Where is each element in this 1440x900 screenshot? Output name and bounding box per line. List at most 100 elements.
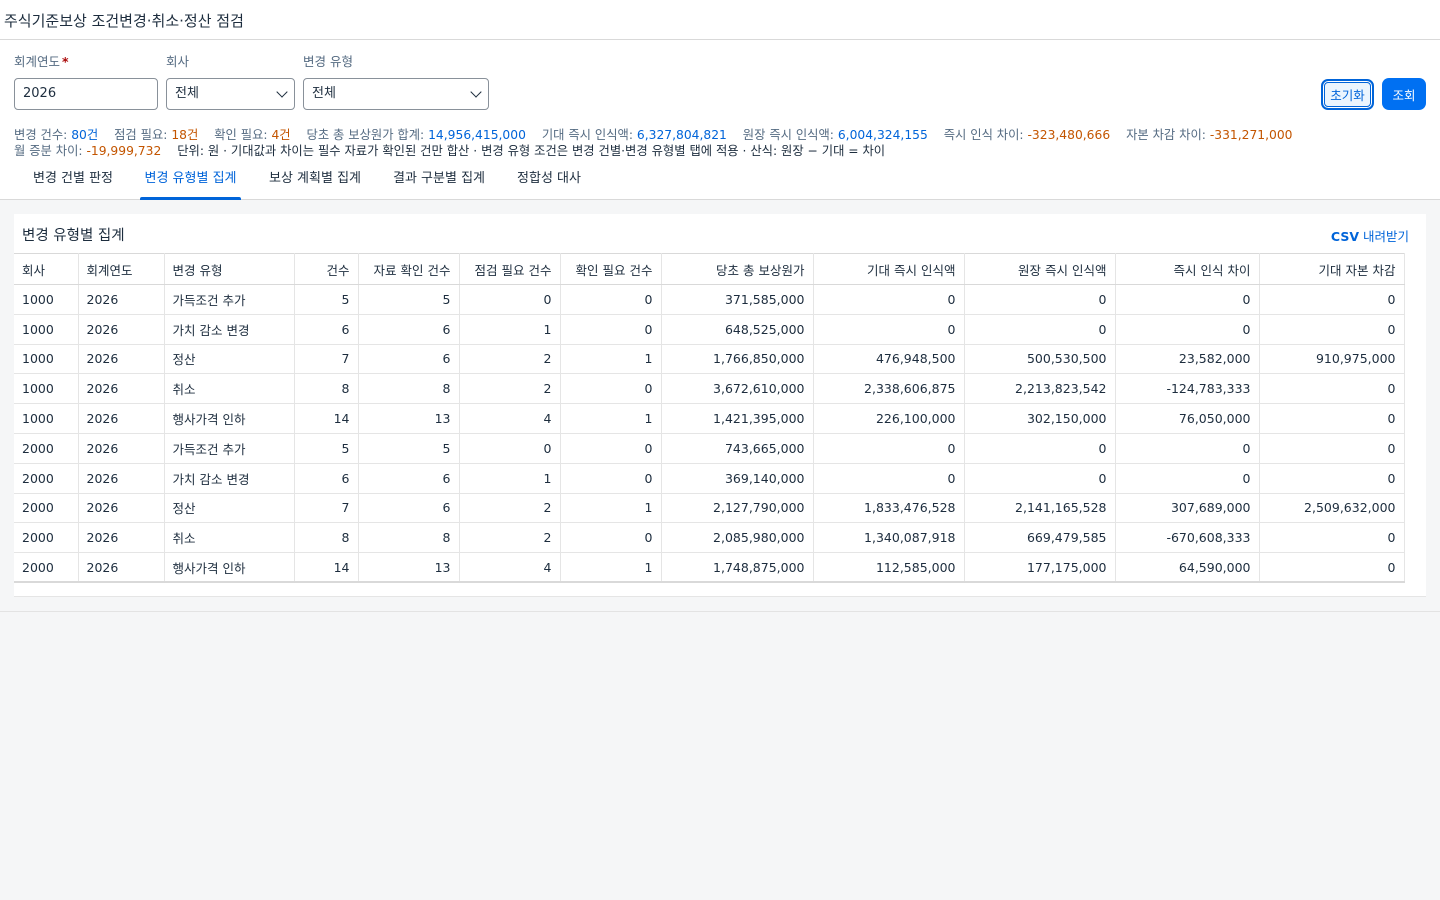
- content-bottom-divider: [0, 611, 1440, 612]
- cell-original-cost: 371,585,000: [661, 284, 814, 315]
- cell-review: 2: [459, 373, 561, 405]
- cell-confirm: 0: [560, 463, 662, 494]
- reset-button[interactable]: 초기화: [1321, 79, 1374, 110]
- col-header-immediate-diff[interactable]: 즉시 인식 차이: [1115, 253, 1260, 285]
- cell-immediate-diff: 76,050,000: [1115, 403, 1260, 434]
- stat-confirm-needed: 확인 필요: 4건: [214, 128, 291, 142]
- cell-capital-deduction: 910,975,000: [1259, 344, 1405, 375]
- table-row[interactable]: 2000 2026 정산 7 6 2 1 2,127,790,000 1,833,476,528…: [14, 493, 1405, 524]
- cell-original-cost: 1,421,395,000: [661, 403, 814, 434]
- cell-capital-deduction: 2,509,632,000: [1259, 493, 1405, 524]
- cell-count: 7: [294, 344, 359, 375]
- cell-year: 2026: [78, 522, 165, 554]
- cell-company: 2000: [14, 522, 79, 554]
- cell-immediate-diff: -124,783,333: [1115, 373, 1260, 405]
- col-header-ledger-immediate[interactable]: 원장 즉시 인식액: [964, 253, 1116, 285]
- cell-count: 8: [294, 373, 359, 405]
- table-row[interactable]: 2000 2026 가득조건 추가 5 5 0 0 743,665,000 0 0 0 0: [14, 433, 1405, 464]
- table-row[interactable]: 2000 2026 가치 감소 변경 6 6 1 0 369,140,000 0 0 0 0: [14, 463, 1405, 494]
- table-row[interactable]: 1000 2026 행사가격 인하 14 13 4 1 1,421,395,000 226,10…: [14, 403, 1405, 434]
- stat-change-count: 변경 건수: 80건: [14, 128, 99, 142]
- cell-count: 8: [294, 522, 359, 554]
- col-header-expected-immediate[interactable]: 기대 즉시 인식액: [813, 253, 965, 285]
- summary-stats: 변경 건수: 80건 점검 필요: 18건 확인 필요: 4건 당초 총 보상원…: [14, 127, 1434, 159]
- cell-count: 14: [294, 403, 359, 434]
- company-label: 회사: [166, 54, 190, 69]
- cell-expected-immediate: 0: [813, 433, 965, 464]
- cell-expected-immediate: 1,340,087,918: [813, 522, 965, 554]
- cell-confirm: 1: [560, 403, 662, 434]
- col-header-verified[interactable]: 자료 확인 건수: [358, 253, 460, 285]
- change-type-select[interactable]: 전체: [303, 78, 489, 110]
- col-header-year[interactable]: 회계연도: [78, 253, 165, 285]
- csv-download-link[interactable]: CSV 내려받기: [1331, 226, 1409, 245]
- cell-year: 2026: [78, 403, 165, 434]
- panel-footer-divider: [14, 596, 1426, 597]
- table-row[interactable]: 1000 2026 가득조건 추가 5 5 0 0 371,585,000 0 0 0 0: [14, 284, 1405, 315]
- search-button[interactable]: 조회: [1382, 78, 1426, 110]
- cell-capital-deduction: 0: [1259, 433, 1405, 464]
- table-row[interactable]: 1000 2026 취소 8 8 2 0 3,672,610,000 2,338,606,875…: [14, 373, 1405, 405]
- stat-note: 단위: 원 · 기대값과 차이는 필수 자료가 확인된 건만 합산 · 변경 유…: [177, 144, 886, 158]
- cell-count: 6: [294, 314, 359, 345]
- cell-ledger-immediate: 669,479,585: [964, 522, 1116, 554]
- cell-year: 2026: [78, 373, 165, 405]
- cell-verified: 6: [358, 314, 460, 345]
- company-select[interactable]: 전체: [166, 78, 295, 110]
- cell-review: 1: [459, 314, 561, 345]
- cell-count: 5: [294, 433, 359, 464]
- cell-capital-deduction: 0: [1259, 403, 1405, 434]
- table-row[interactable]: 2000 2026 취소 8 8 2 0 2,085,980,000 1,340,087,918…: [14, 522, 1405, 554]
- cell-ledger-immediate: 0: [964, 314, 1116, 345]
- stat-review-needed: 점검 필요: 18건: [114, 128, 199, 142]
- cell-ledger-immediate: 177,175,000: [964, 552, 1116, 584]
- cell-expected-immediate: 1,833,476,528: [813, 493, 965, 524]
- table-row[interactable]: 1000 2026 가치 감소 변경 6 6 1 0 648,525,000 0 0 0 0: [14, 314, 1405, 345]
- col-header-original-cost[interactable]: 당초 총 보상원가: [661, 253, 814, 285]
- cell-change-type: 행사가격 인하: [164, 552, 295, 584]
- cell-immediate-diff: -670,608,333: [1115, 522, 1260, 554]
- cell-year: 2026: [78, 344, 165, 375]
- tab-change-judgment[interactable]: 변경 건별 판정: [18, 160, 128, 200]
- col-header-company[interactable]: 회사: [14, 253, 79, 285]
- table-row[interactable]: 1000 2026 정산 7 6 2 1 1,766,850,000 476,948,500 50…: [14, 344, 1405, 375]
- tab-reconciliation[interactable]: 정합성 대사: [506, 160, 592, 200]
- tab-plan-summary[interactable]: 보상 계획별 집계: [260, 160, 370, 200]
- cell-expected-immediate: 0: [813, 314, 965, 345]
- required-marker: *: [62, 54, 69, 69]
- cell-confirm: 0: [560, 433, 662, 464]
- cell-ledger-immediate: 2,213,823,542: [964, 373, 1116, 405]
- cell-original-cost: 2,127,790,000: [661, 493, 814, 524]
- col-header-review[interactable]: 점검 필요 건수: [459, 253, 561, 285]
- cell-change-type: 정산: [164, 493, 295, 524]
- cell-immediate-diff: 23,582,000: [1115, 344, 1260, 375]
- col-header-confirm[interactable]: 확인 필요 건수: [560, 253, 662, 285]
- cell-confirm: 1: [560, 493, 662, 524]
- col-header-change-type[interactable]: 변경 유형: [164, 253, 295, 285]
- cell-capital-deduction: 0: [1259, 463, 1405, 494]
- col-header-capital-deduction[interactable]: 기대 자본 차감: [1259, 253, 1405, 285]
- cell-change-type: 가득조건 추가: [164, 284, 295, 315]
- cell-immediate-diff: 307,689,000: [1115, 493, 1260, 524]
- cell-review: 1: [459, 463, 561, 494]
- cell-expected-immediate: 476,948,500: [813, 344, 965, 375]
- cell-confirm: 1: [560, 552, 662, 584]
- table-row[interactable]: 2000 2026 행사가격 인하 14 13 4 1 1,748,875,000 112,58…: [14, 552, 1405, 584]
- cell-company: 1000: [14, 373, 79, 405]
- cell-ledger-immediate: 2,141,165,528: [964, 493, 1116, 524]
- col-header-count[interactable]: 건수: [294, 253, 359, 285]
- cell-expected-immediate: 112,585,000: [813, 552, 965, 584]
- cell-original-cost: 648,525,000: [661, 314, 814, 345]
- cell-expected-immediate: 0: [813, 463, 965, 494]
- cell-change-type: 가치 감소 변경: [164, 463, 295, 494]
- cell-company: 2000: [14, 493, 79, 524]
- cell-verified: 8: [358, 522, 460, 554]
- cell-capital-deduction: 0: [1259, 284, 1405, 315]
- stat-capital-diff: 자본 차감 차이: -331,271,000: [1126, 128, 1293, 142]
- cell-verified: 5: [358, 433, 460, 464]
- year-input[interactable]: 2026: [14, 78, 158, 110]
- tab-result-summary[interactable]: 결과 구분별 집계: [383, 160, 495, 200]
- tab-change-type-summary[interactable]: 변경 유형별 집계: [140, 160, 241, 200]
- cell-immediate-diff: 0: [1115, 433, 1260, 464]
- cell-ledger-immediate: 0: [964, 433, 1116, 464]
